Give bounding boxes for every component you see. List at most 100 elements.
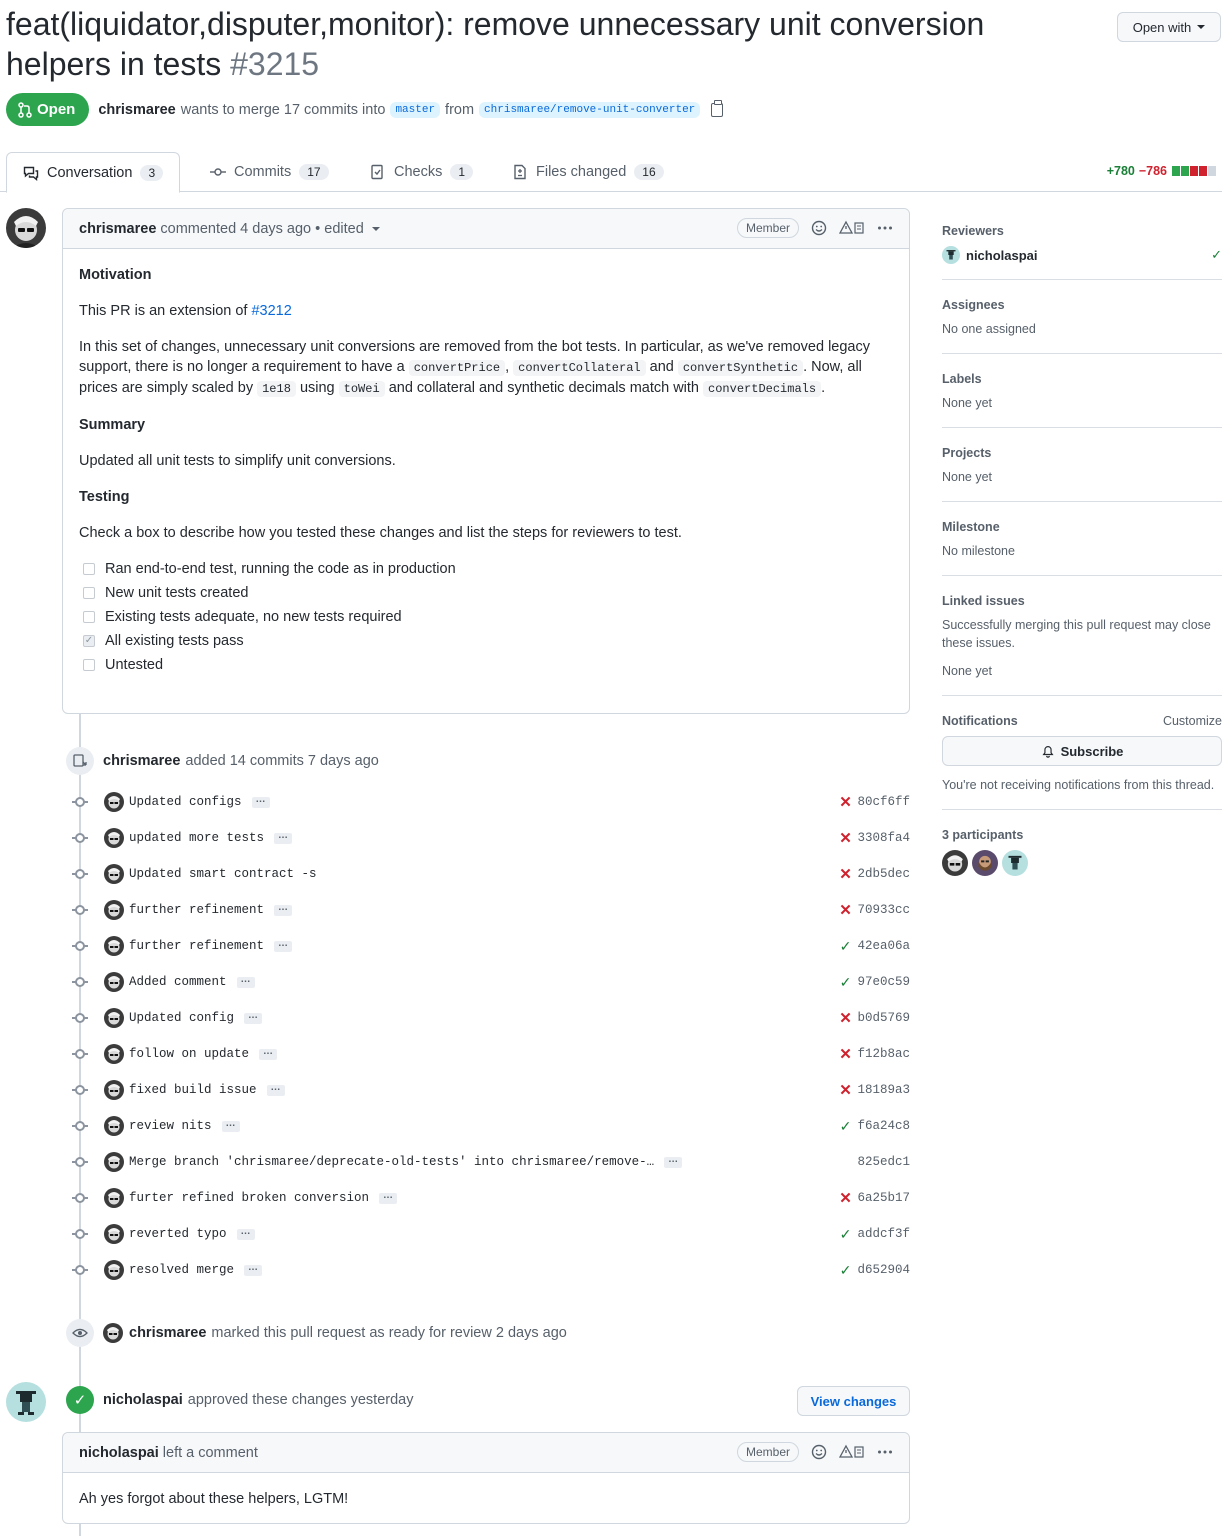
- avatar[interactable]: [104, 1116, 124, 1136]
- x-icon[interactable]: ✕: [838, 793, 852, 811]
- tab-files-changed[interactable]: Files changed 16: [512, 152, 664, 192]
- avatar[interactable]: [104, 1188, 124, 1208]
- check-icon[interactable]: ✓: [838, 1118, 852, 1135]
- commit-sha[interactable]: 97e0c59: [857, 975, 910, 989]
- checkbox[interactable]: [83, 611, 95, 623]
- expand-commit-button[interactable]: …: [221, 1118, 240, 1132]
- expand-commit-button[interactable]: …: [251, 794, 270, 808]
- report-icon[interactable]: [839, 220, 865, 236]
- expand-commit-button[interactable]: …: [274, 902, 293, 916]
- avatar[interactable]: [104, 972, 124, 992]
- commit-message[interactable]: review nits: [129, 1119, 212, 1133]
- commit-message[interactable]: further refinement: [129, 939, 264, 953]
- commit-message[interactable]: Merge branch 'chrismaree/deprecate-old-t…: [129, 1155, 654, 1169]
- sidebar-title[interactable]: Reviewers: [942, 224, 1222, 238]
- sidebar-title[interactable]: Milestone: [942, 520, 1222, 534]
- commit-sha[interactable]: f6a24c8: [857, 1119, 910, 1133]
- expand-commit-button[interactable]: …: [379, 1190, 398, 1204]
- smiley-icon[interactable]: [811, 220, 827, 236]
- commit-message[interactable]: follow on update: [129, 1047, 249, 1061]
- expand-commit-button[interactable]: …: [664, 1154, 683, 1168]
- x-icon[interactable]: ✕: [838, 829, 852, 847]
- commit-sha[interactable]: 6a25b17: [857, 1191, 910, 1205]
- author-link[interactable]: chrismaree: [98, 102, 175, 118]
- x-icon[interactable]: ✕: [838, 865, 852, 883]
- event-author[interactable]: chrismaree: [129, 1325, 206, 1341]
- commit-sha[interactable]: addcf3f: [857, 1227, 910, 1241]
- commit-sha[interactable]: 3308fa4: [857, 831, 910, 845]
- avatar[interactable]: [104, 1080, 124, 1100]
- caret-down-icon[interactable]: [371, 226, 380, 231]
- commit-sha[interactable]: b0d5769: [857, 1011, 910, 1025]
- commit-message[interactable]: reverted typo: [129, 1227, 227, 1241]
- event-author[interactable]: chrismaree: [103, 753, 180, 769]
- expand-commit-button[interactable]: …: [244, 1010, 263, 1024]
- avatar[interactable]: [942, 850, 968, 876]
- x-icon[interactable]: ✕: [838, 901, 852, 919]
- customize-link[interactable]: Customize: [1163, 714, 1222, 728]
- commit-message[interactable]: Updated configs: [129, 795, 242, 809]
- expand-commit-button[interactable]: …: [236, 974, 255, 988]
- commit-sha[interactable]: f12b8ac: [857, 1047, 910, 1061]
- avatar[interactable]: [6, 1382, 46, 1422]
- avatar[interactable]: [104, 1152, 124, 1172]
- open-with-button[interactable]: Open with: [1117, 12, 1221, 42]
- view-changes-button[interactable]: View changes: [797, 1386, 910, 1416]
- commit-message[interactable]: updated more tests: [129, 831, 264, 845]
- commit-message[interactable]: resolved merge: [129, 1263, 234, 1277]
- report-icon[interactable]: [839, 1444, 865, 1460]
- commit-message[interactable]: Added comment: [129, 975, 227, 989]
- comment-author[interactable]: chrismaree: [79, 221, 156, 237]
- smiley-icon[interactable]: [811, 1444, 827, 1460]
- avatar[interactable]: [6, 208, 46, 248]
- event-author[interactable]: nicholaspai: [103, 1392, 183, 1408]
- commit-message[interactable]: furter refined broken conversion: [129, 1191, 369, 1205]
- expand-commit-button[interactable]: …: [266, 1082, 285, 1096]
- base-branch[interactable]: master: [390, 101, 441, 118]
- tab-conversation[interactable]: Conversation 3: [6, 152, 181, 193]
- expand-commit-button[interactable]: …: [274, 830, 293, 844]
- sidebar-title[interactable]: Labels: [942, 372, 1222, 386]
- reviewer-item[interactable]: nicholaspai ✓: [942, 246, 1222, 264]
- checkbox[interactable]: [83, 659, 95, 671]
- x-icon[interactable]: ✕: [838, 1081, 852, 1099]
- check-icon[interactable]: ✓: [838, 1262, 852, 1279]
- avatar[interactable]: [103, 1323, 123, 1343]
- commit-message[interactable]: further refinement: [129, 903, 264, 917]
- commit-sha[interactable]: d652904: [857, 1263, 910, 1277]
- checkbox[interactable]: [83, 587, 95, 599]
- avatar[interactable]: [104, 936, 124, 956]
- avatar[interactable]: [104, 1044, 124, 1064]
- check-icon[interactable]: ✓: [838, 938, 852, 955]
- comment-author[interactable]: nicholaspai: [79, 1445, 159, 1461]
- kebab-icon[interactable]: [877, 1444, 893, 1460]
- avatar[interactable]: [104, 900, 124, 920]
- expand-commit-button[interactable]: …: [236, 1226, 255, 1240]
- commit-message[interactable]: Updated smart contract -s: [129, 867, 317, 881]
- commit-message[interactable]: Updated config: [129, 1011, 234, 1025]
- issue-link[interactable]: #3212: [251, 303, 291, 319]
- commit-message[interactable]: fixed build issue: [129, 1083, 257, 1097]
- expand-commit-button[interactable]: …: [274, 938, 293, 952]
- commit-sha[interactable]: 2db5dec: [857, 867, 910, 881]
- tab-checks[interactable]: Checks 1: [370, 152, 474, 192]
- commit-sha[interactable]: 80cf6ff: [857, 795, 910, 809]
- head-branch[interactable]: chrismaree/remove-unit-converter: [479, 101, 701, 118]
- check-icon[interactable]: ✓: [838, 974, 852, 991]
- copy-icon[interactable]: [711, 99, 724, 117]
- avatar[interactable]: [104, 828, 124, 848]
- commit-sha[interactable]: 42ea06a: [857, 939, 910, 953]
- expand-commit-button[interactable]: …: [244, 1262, 263, 1276]
- commit-sha[interactable]: 18189a3: [857, 1083, 910, 1097]
- checkbox[interactable]: [83, 563, 95, 575]
- x-icon[interactable]: ✕: [838, 1009, 852, 1027]
- commit-sha[interactable]: 825edc1: [857, 1155, 910, 1169]
- subscribe-button[interactable]: Subscribe: [942, 736, 1222, 766]
- comment-meta[interactable]: commented 4 days ago • edited: [160, 221, 363, 237]
- sidebar-title[interactable]: Projects: [942, 446, 1222, 460]
- x-icon[interactable]: ✕: [838, 1045, 852, 1063]
- check-icon[interactable]: ✓: [838, 1226, 852, 1243]
- expand-commit-button[interactable]: …: [259, 1046, 278, 1060]
- avatar[interactable]: [104, 792, 124, 812]
- tab-commits[interactable]: Commits 17: [210, 152, 329, 192]
